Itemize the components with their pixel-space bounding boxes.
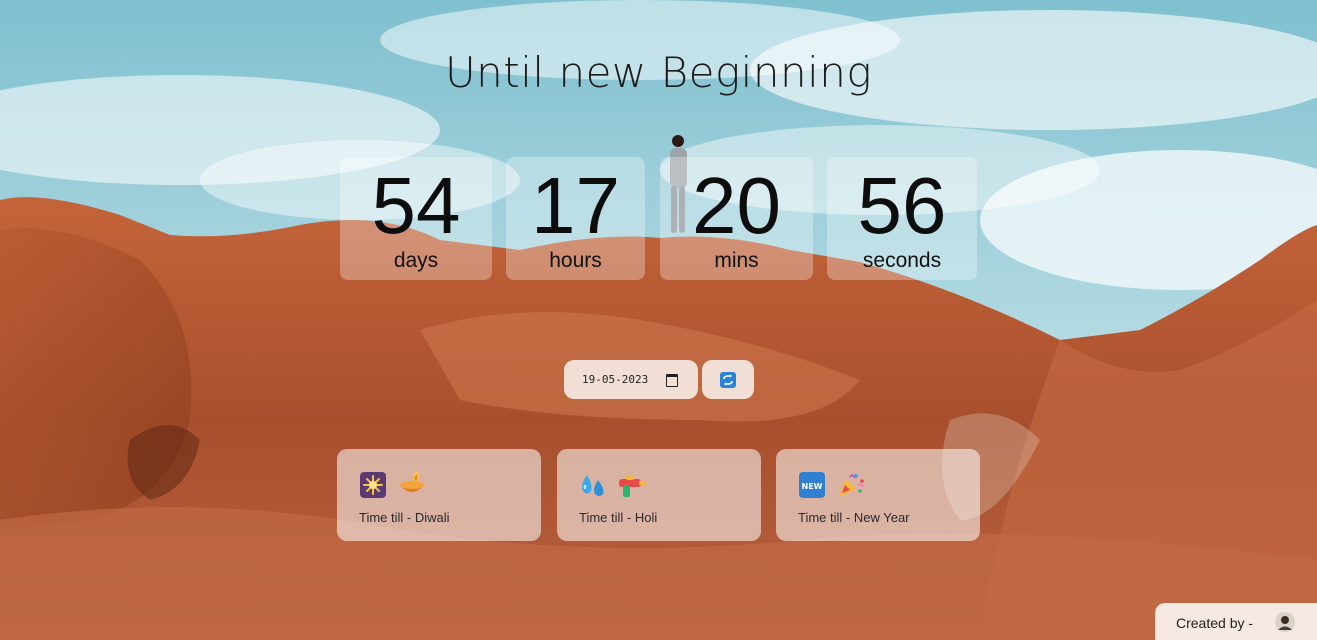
svg-text:NEW: NEW xyxy=(802,482,823,491)
diwali-card[interactable]: Time till - Diwali xyxy=(337,449,541,541)
new-year-card[interactable]: NEW Time till - New Year xyxy=(776,449,980,541)
date-value: 19-05-2023 xyxy=(582,373,649,386)
avatar-icon[interactable] xyxy=(1275,612,1295,632)
holi-label: Time till - Holi xyxy=(579,510,658,525)
mins-counter: 20 mins xyxy=(660,157,813,280)
seconds-value: 56 xyxy=(857,161,947,250)
holi-card[interactable]: Time till - Holi xyxy=(557,449,761,541)
refresh-icon xyxy=(720,372,736,388)
diwali-label: Time till - Diwali xyxy=(359,510,450,525)
water-gun-icon xyxy=(619,475,645,497)
new-year-label: Time till - New Year xyxy=(798,510,910,525)
diya-lamp-icon xyxy=(400,471,424,492)
sparkler-icon xyxy=(360,472,386,498)
calendar-icon[interactable] xyxy=(666,374,678,387)
credit-footer: Created by - xyxy=(1155,603,1317,640)
hours-counter: 17 hours xyxy=(506,157,645,280)
hours-value: 17 xyxy=(531,161,620,250)
date-input[interactable]: 19-05-2023 xyxy=(564,360,698,399)
party-popper-icon xyxy=(839,474,864,497)
water-drops-icon xyxy=(582,475,604,496)
page-title: Until new Beginning xyxy=(444,48,873,97)
hours-label: hours xyxy=(549,249,602,272)
new-badge-icon: NEW xyxy=(799,472,825,498)
days-label: days xyxy=(393,249,439,272)
days-counter: 54 days xyxy=(340,157,492,280)
mins-label: mins xyxy=(714,249,759,272)
refresh-button[interactable] xyxy=(702,360,754,399)
seconds-counter: 56 seconds xyxy=(827,157,977,280)
credit-label: Created by - xyxy=(1176,615,1254,631)
mins-value: 20 xyxy=(692,161,781,250)
seconds-label: seconds xyxy=(862,249,942,272)
days-value: 54 xyxy=(371,161,461,250)
